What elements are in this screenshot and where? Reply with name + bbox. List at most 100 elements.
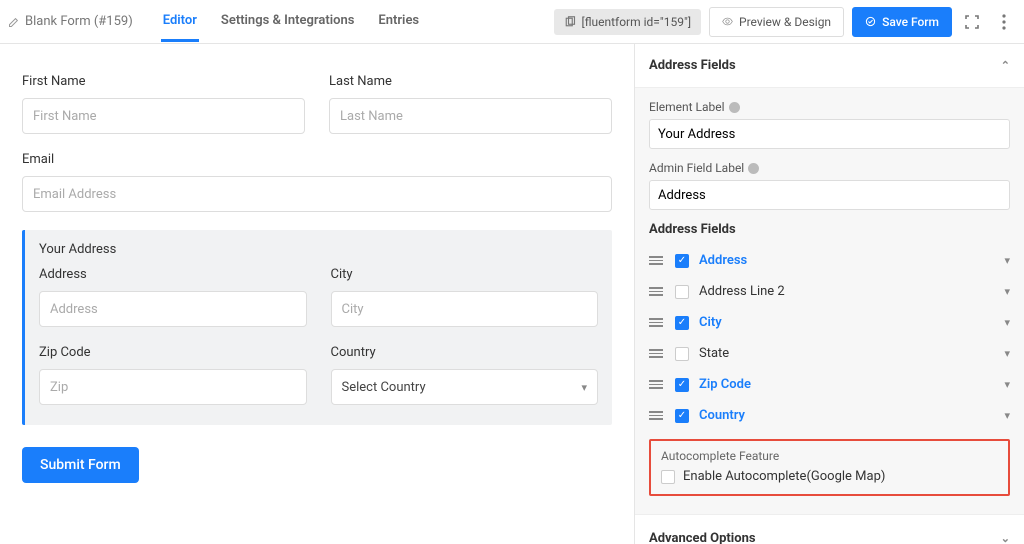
field-zip[interactable]: Zip Code bbox=[39, 345, 307, 405]
chevron-down-icon: ⌄ bbox=[1001, 532, 1010, 544]
tabs: Editor Settings & Integrations Entries bbox=[161, 1, 421, 42]
topbar-right: [fluentform id="159"] Preview & Design S… bbox=[554, 7, 1016, 37]
autocomplete-title: Autocomplete Feature bbox=[661, 449, 998, 463]
address-field-label[interactable]: Address bbox=[699, 253, 994, 268]
shortcode-pill[interactable]: [fluentform id="159"] bbox=[554, 9, 701, 35]
address-field-label[interactable]: Country bbox=[699, 408, 994, 423]
chevron-down-icon[interactable]: ▾ bbox=[1004, 347, 1010, 360]
input-last-name[interactable] bbox=[329, 98, 612, 134]
drag-handle-icon[interactable] bbox=[649, 318, 665, 327]
address-field-label[interactable]: Zip Code bbox=[699, 377, 994, 392]
autocomplete-feature-box: Autocomplete Feature Enable Autocomplete… bbox=[649, 439, 1010, 496]
select-country[interactable]: Select Country ▾ bbox=[331, 369, 599, 405]
check-circle-icon bbox=[865, 16, 876, 27]
admin-label-input[interactable] bbox=[649, 180, 1010, 210]
drag-handle-icon[interactable] bbox=[649, 349, 665, 358]
expand-icon[interactable] bbox=[964, 14, 980, 30]
address-field-row: City ▾ bbox=[649, 307, 1010, 338]
drag-handle-icon[interactable] bbox=[649, 287, 665, 296]
topbar-left: Blank Form (#159) Editor Settings & Inte… bbox=[8, 1, 554, 42]
shortcode-text: [fluentform id="159"] bbox=[582, 15, 691, 29]
topbar: Blank Form (#159) Editor Settings & Inte… bbox=[0, 0, 1024, 44]
drag-handle-icon[interactable] bbox=[649, 380, 665, 389]
address-field-row: Address Line 2 ▾ bbox=[649, 276, 1010, 307]
chevron-down-icon[interactable]: ▾ bbox=[1004, 316, 1010, 329]
pencil-icon bbox=[8, 16, 20, 28]
address-field-checkbox[interactable] bbox=[675, 285, 689, 299]
label-last-name: Last Name bbox=[329, 74, 612, 89]
autocomplete-checkbox[interactable] bbox=[661, 470, 675, 484]
chevron-up-icon: ⌃ bbox=[1001, 59, 1010, 72]
main: First Name Last Name Email Your Address … bbox=[0, 44, 1024, 544]
address-fields-subhead: Address Fields bbox=[649, 222, 1010, 237]
chevron-down-icon: ▾ bbox=[581, 381, 587, 394]
admin-label-caption: Admin Field Label bbox=[649, 161, 1010, 175]
save-button[interactable]: Save Form bbox=[852, 7, 952, 37]
form-title-text: Blank Form (#159) bbox=[25, 14, 133, 29]
select-country-value: Select Country bbox=[342, 380, 426, 395]
address-field-label[interactable]: State bbox=[699, 346, 994, 361]
label-email: Email bbox=[22, 152, 612, 167]
label-address: Address bbox=[39, 267, 307, 282]
address-field-row: Zip Code ▾ bbox=[649, 369, 1010, 400]
field-city[interactable]: City bbox=[331, 267, 599, 327]
field-email[interactable]: Email bbox=[22, 152, 612, 212]
address-field-checkbox[interactable] bbox=[675, 347, 689, 361]
accordion-address-fields[interactable]: Address Fields ⌃ bbox=[635, 44, 1024, 88]
form-canvas: First Name Last Name Email Your Address … bbox=[0, 44, 634, 544]
chevron-down-icon[interactable]: ▾ bbox=[1004, 254, 1010, 267]
chevron-down-icon[interactable]: ▾ bbox=[1004, 409, 1010, 422]
selected-address-block[interactable]: Your Address Address City Zip Code Count… bbox=[22, 230, 612, 425]
element-label-input[interactable] bbox=[649, 119, 1010, 149]
autocomplete-label: Enable Autocomplete(Google Map) bbox=[683, 469, 885, 484]
save-label: Save Form bbox=[882, 15, 939, 29]
field-address[interactable]: Address bbox=[39, 267, 307, 327]
address-field-row: Country ▾ bbox=[649, 400, 1010, 431]
input-first-name[interactable] bbox=[22, 98, 305, 134]
copy-icon bbox=[564, 16, 576, 28]
preview-label: Preview & Design bbox=[739, 15, 831, 29]
preview-button[interactable]: Preview & Design bbox=[709, 7, 844, 37]
input-address[interactable] bbox=[39, 291, 307, 327]
input-zip[interactable] bbox=[39, 369, 307, 405]
address-field-checkbox[interactable] bbox=[675, 316, 689, 330]
address-fields-list: Address▾Address Line 2▾City▾State▾Zip Co… bbox=[649, 245, 1010, 431]
advanced-options-label: Advanced Options bbox=[649, 531, 756, 544]
chevron-down-icon[interactable]: ▾ bbox=[1004, 378, 1010, 391]
address-field-checkbox[interactable] bbox=[675, 409, 689, 423]
drag-handle-icon[interactable] bbox=[649, 411, 665, 420]
accordion-body: Element Label Admin Field Label Address … bbox=[635, 88, 1024, 514]
field-last-name[interactable]: Last Name bbox=[329, 74, 612, 134]
info-icon[interactable] bbox=[729, 102, 740, 113]
more-icon[interactable] bbox=[996, 14, 1012, 30]
admin-label-row: Admin Field Label bbox=[649, 161, 1010, 210]
address-field-row: Address ▾ bbox=[649, 245, 1010, 276]
label-city: City bbox=[331, 267, 599, 282]
input-email[interactable] bbox=[22, 176, 612, 212]
address-field-checkbox[interactable] bbox=[675, 254, 689, 268]
address-field-checkbox[interactable] bbox=[675, 378, 689, 392]
label-zip: Zip Code bbox=[39, 345, 307, 360]
form-title[interactable]: Blank Form (#159) bbox=[8, 14, 133, 29]
label-first-name: First Name bbox=[22, 74, 305, 89]
drag-handle-icon[interactable] bbox=[649, 256, 665, 265]
submit-button[interactable]: Submit Form bbox=[22, 447, 139, 483]
input-city[interactable] bbox=[331, 291, 599, 327]
eye-icon bbox=[722, 16, 733, 27]
advanced-options[interactable]: Advanced Options ⌄ bbox=[635, 514, 1024, 544]
address-field-row: State ▾ bbox=[649, 338, 1010, 369]
tab-entries[interactable]: Entries bbox=[376, 1, 421, 42]
address-field-label[interactable]: Address Line 2 bbox=[699, 284, 994, 299]
field-country[interactable]: Country Select Country ▾ bbox=[331, 345, 599, 405]
selected-block-title: Your Address bbox=[39, 242, 598, 257]
element-label-caption: Element Label bbox=[649, 100, 1010, 114]
accordion-title: Address Fields bbox=[649, 58, 736, 73]
address-field-label[interactable]: City bbox=[699, 315, 994, 330]
chevron-down-icon[interactable]: ▾ bbox=[1004, 285, 1010, 298]
tab-settings[interactable]: Settings & Integrations bbox=[219, 1, 357, 42]
label-country: Country bbox=[331, 345, 599, 360]
sidebar: Address Fields ⌃ Element Label Admin Fie… bbox=[634, 44, 1024, 544]
tab-editor[interactable]: Editor bbox=[161, 1, 199, 42]
info-icon[interactable] bbox=[748, 163, 759, 174]
field-first-name[interactable]: First Name bbox=[22, 74, 305, 134]
